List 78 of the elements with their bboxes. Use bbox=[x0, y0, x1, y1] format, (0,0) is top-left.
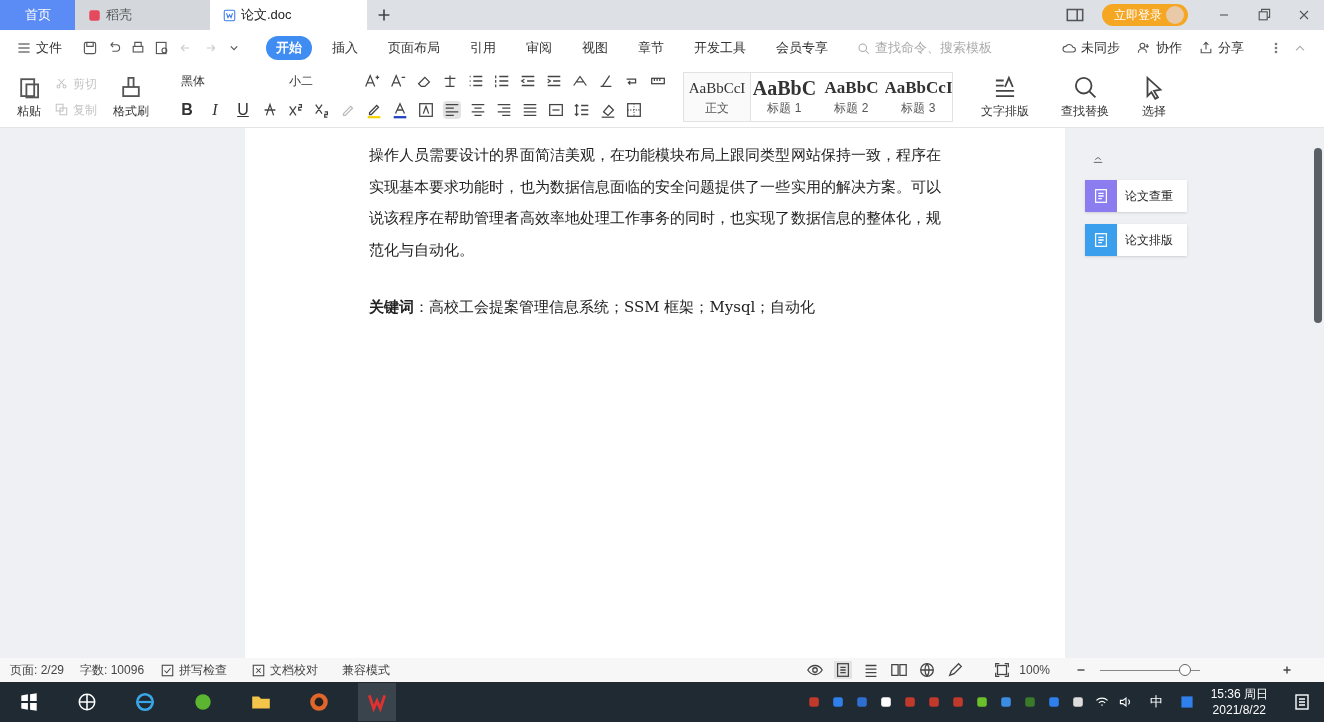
checkbox-icon bbox=[251, 662, 267, 678]
style-label: 标题 2 bbox=[834, 99, 869, 117]
share-icon bbox=[1198, 40, 1214, 56]
style-preset[interactable]: AaBbC 标题 1 bbox=[751, 72, 818, 121]
ribbon-tab[interactable]: 开发工具 bbox=[684, 36, 756, 60]
checkbox-icon bbox=[160, 662, 176, 678]
side-panel-button[interactable]: 论文查重 bbox=[1085, 180, 1187, 212]
ribbon-tab[interactable]: 插入 bbox=[322, 36, 368, 60]
clock[interactable]: 15:36 周日 2021/8/22 bbox=[1210, 686, 1268, 718]
start-icon[interactable] bbox=[18, 691, 40, 713]
style-preset[interactable]: AaBbCcI 正文 bbox=[684, 72, 751, 121]
font-size-field[interactable]: 小二 bbox=[285, 71, 355, 90]
ribbon-tool-button[interactable]: 选择 bbox=[1137, 73, 1171, 120]
fit-window-icon[interactable] bbox=[993, 661, 1012, 679]
toolbar-action[interactable]: 协作 bbox=[1136, 38, 1182, 58]
font-color-icon[interactable] bbox=[391, 100, 409, 119]
format-button[interactable]: U bbox=[233, 97, 253, 122]
book-icon[interactable] bbox=[890, 661, 909, 679]
file-menu[interactable]: 文件 bbox=[16, 38, 62, 58]
style-label: 标题 3 bbox=[901, 99, 936, 117]
scrollbar-thumb[interactable] bbox=[1314, 148, 1322, 323]
search-icon bbox=[856, 40, 871, 56]
ribbon-tab[interactable]: 引用 bbox=[460, 36, 506, 60]
menu-icon[interactable] bbox=[16, 40, 32, 56]
restore-icon[interactable] bbox=[1256, 7, 1272, 23]
ribbon-tab[interactable]: 会员专享 bbox=[766, 36, 838, 60]
notification-icon[interactable] bbox=[1292, 692, 1312, 712]
app-icon[interactable] bbox=[192, 691, 214, 713]
format-painter-button[interactable]: 格式刷 bbox=[109, 73, 153, 120]
save-icon[interactable] bbox=[82, 40, 98, 56]
style-label: 正文 bbox=[705, 99, 729, 117]
compat-mode-label: 兼容模式 bbox=[342, 662, 391, 679]
ribbon-tab[interactable]: 章节 bbox=[628, 36, 674, 60]
copy-icon bbox=[54, 102, 69, 117]
input-method-indicator[interactable]: 中 bbox=[1149, 692, 1163, 712]
ribbon-tab[interactable]: 审阅 bbox=[516, 36, 562, 60]
slider-thumb[interactable] bbox=[1179, 664, 1192, 676]
toolbar-action[interactable]: 分享 bbox=[1198, 38, 1244, 58]
page-view-icon[interactable] bbox=[834, 661, 853, 679]
print-icon[interactable] bbox=[130, 40, 146, 56]
font-name-field[interactable]: 黑体 bbox=[177, 71, 277, 90]
style-preset[interactable]: AaBbCcI 标题 3 bbox=[885, 72, 952, 121]
keywords-line: 关键词：高校工会提案管理信息系统；SSM 框架；Mysql；自动化 bbox=[369, 297, 817, 318]
ribbon-tool-button[interactable]: 查找替换 bbox=[1057, 73, 1113, 120]
style-sample: AaBbCcI bbox=[688, 78, 746, 98]
char-border-icon[interactable] bbox=[417, 100, 435, 119]
spell-check-button[interactable]: 拼写检查 bbox=[160, 661, 228, 679]
page-count: 页面: 2/29 bbox=[10, 662, 65, 679]
ribbon-tool-button[interactable]: 文字排版 bbox=[977, 73, 1033, 120]
pen-icon[interactable] bbox=[946, 661, 965, 679]
style-preset[interactable]: AaBbC 标题 2 bbox=[818, 72, 885, 121]
body-paragraph: 操作人员需要设计的界面简洁美观，在功能模块布局上跟同类型网站保持一致，程序在实现基本要求功能时，也为数据信息面临的安全问题提供了一些实用的解决方案。可以说该程序在帮助管理者高效率地处理工作事务的同时，也实现了数据信息的整体化，规范化与自动化。 bbox=[369, 145, 941, 261]
paste-button[interactable]: 粘贴 bbox=[12, 73, 46, 120]
window-tab[interactable]: 论文.doc bbox=[210, 0, 367, 30]
style-sample: AaBbC bbox=[752, 76, 817, 99]
format-button[interactable]: I bbox=[205, 97, 225, 122]
avatar-icon bbox=[1166, 6, 1184, 24]
scissors-icon bbox=[54, 76, 69, 91]
style-sample: AaBbC bbox=[824, 76, 879, 99]
document-icon[interactable] bbox=[222, 7, 237, 23]
window-tab[interactable]: 稻壳 bbox=[75, 0, 210, 30]
format-button[interactable]: B bbox=[177, 97, 197, 122]
align-left-icon[interactable] bbox=[443, 100, 461, 119]
style-sample: AaBbCcI bbox=[885, 76, 952, 99]
docer-logo-icon[interactable] bbox=[87, 7, 102, 23]
print-preview-icon[interactable] bbox=[154, 40, 170, 56]
people-icon bbox=[1136, 40, 1152, 56]
proofread-button[interactable]: 文档校对 bbox=[251, 661, 319, 679]
toolbar-action[interactable]: 未同步 bbox=[1061, 38, 1120, 58]
ribbon-tab[interactable]: 视图 bbox=[572, 36, 618, 60]
ribbon-tab[interactable]: 页面布局 bbox=[378, 36, 450, 60]
style-label: 标题 1 bbox=[767, 99, 802, 117]
zoom-level[interactable]: 100% bbox=[1019, 661, 1050, 679]
browser-icon[interactable] bbox=[134, 691, 156, 713]
word-count: 字数: 10096 bbox=[80, 662, 145, 679]
side-panel-button[interactable]: 论文排版 bbox=[1085, 224, 1187, 256]
globe-icon[interactable] bbox=[918, 661, 937, 679]
border-icon[interactable] bbox=[625, 100, 643, 119]
